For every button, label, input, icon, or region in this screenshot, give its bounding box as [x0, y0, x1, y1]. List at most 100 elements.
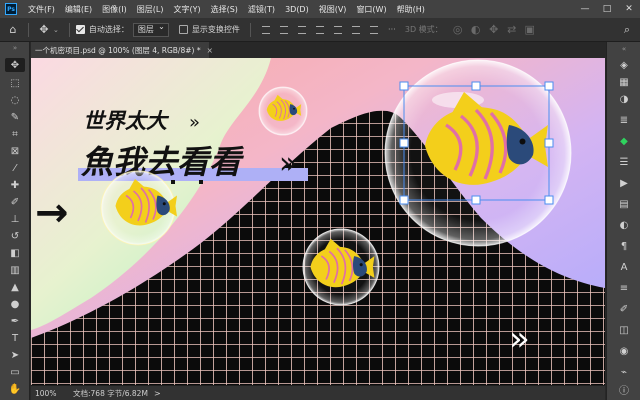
quick-select-tool-icon[interactable]: ✎ — [5, 110, 25, 124]
distribute-icon[interactable] — [367, 23, 381, 37]
expand-panels-icon[interactable]: « — [615, 45, 633, 53]
collapse-toolbar-icon[interactable]: » — [5, 44, 25, 52]
headline-small: 世界太大 — [83, 109, 170, 133]
close-window-button[interactable]: ✕ — [618, 0, 640, 18]
home-icon[interactable]: ⌂ — [4, 21, 22, 39]
divider — [68, 22, 70, 37]
menu-type[interactable]: 文字(Y) — [168, 4, 205, 15]
channels-panel-icon[interactable]: ◉ — [615, 344, 633, 358]
menu-window[interactable]: 窗口(W) — [351, 4, 391, 15]
libraries-panel-icon[interactable]: ▦ — [615, 75, 633, 89]
menu-select[interactable]: 选择(S) — [206, 4, 243, 15]
blur-tool-icon[interactable]: ▲ — [5, 280, 25, 294]
active-panel-icon[interactable]: ◆ — [615, 134, 633, 148]
transform-handle[interactable] — [544, 81, 554, 91]
show-transform-controls-checkbox[interactable] — [178, 25, 188, 34]
align-top-icon[interactable] — [313, 23, 327, 37]
menu-layer[interactable]: 图层(L) — [132, 4, 169, 15]
info-panel-icon[interactable]: ⓘ — [615, 382, 633, 397]
paths-panel-icon[interactable]: ⌁ — [615, 365, 633, 379]
actions-panel-icon[interactable]: ▶ — [615, 176, 633, 190]
menu-file[interactable]: 文件(F) — [23, 4, 60, 15]
document-info[interactable]: 文档:768 字节/6.82M — [67, 388, 148, 399]
maximize-button[interactable]: □ — [596, 0, 618, 18]
type-tool-icon[interactable]: T — [5, 331, 25, 345]
scale-3d-icon[interactable]: ▣ — [521, 21, 539, 39]
transform-handle[interactable] — [544, 138, 554, 148]
hand-tool-icon[interactable]: ✋ — [5, 382, 25, 396]
pen-tool-icon[interactable]: ✒ — [5, 314, 25, 328]
frame-tool-icon[interactable]: ⊠ — [5, 144, 25, 158]
menu-edit[interactable]: 编辑(E) — [60, 4, 97, 15]
path-selection-tool-icon[interactable]: ➤ — [5, 348, 25, 362]
slide-3d-icon[interactable]: ⇄ — [503, 21, 521, 39]
transform-handle[interactable] — [471, 81, 481, 91]
history-brush-tool-icon[interactable]: ↺ — [5, 229, 25, 243]
transform-handle[interactable] — [399, 195, 409, 205]
align-right-icon[interactable] — [295, 23, 309, 37]
clone-stamp-tool-icon[interactable]: ⊥ — [5, 212, 25, 226]
move-tool-icon[interactable]: ✥ — [5, 58, 25, 72]
auto-select-label: 自动选择： — [88, 25, 129, 34]
status-menu-chevron-icon[interactable]: > — [154, 389, 161, 398]
canvas-area[interactable]: 世界太大 » 魚我去看看 » → » — [31, 58, 605, 385]
align-middle-icon[interactable] — [331, 23, 345, 37]
color-panel-icon[interactable]: ◐ — [615, 218, 633, 232]
move-tool-preset-icon[interactable]: ✥ — [35, 21, 53, 39]
menu-image[interactable]: 图像(I) — [97, 4, 132, 15]
adjustments-panel-icon[interactable]: ◑ — [615, 92, 633, 106]
preset-dropdown-icon[interactable]: ⌄ — [53, 26, 59, 34]
eyedropper-tool-icon[interactable]: ⁄ — [5, 161, 25, 175]
transform-handle[interactable] — [544, 195, 554, 205]
glyphs-panel-icon[interactable]: ¶ — [615, 239, 633, 253]
align-left-icon[interactable] — [259, 23, 273, 37]
zoom-level[interactable]: 100% — [31, 389, 67, 398]
marquee-tool-icon[interactable]: ⬚ — [5, 76, 25, 90]
rectangle-tool-icon[interactable]: ▭ — [5, 365, 25, 379]
character-panel-icon[interactable]: A — [615, 260, 633, 274]
align-center-icon[interactable] — [277, 23, 291, 37]
transform-handle[interactable] — [471, 195, 481, 205]
workspace-search-icon[interactable]: ⌕ — [618, 21, 636, 39]
crop-tool-icon[interactable]: ⌗ — [5, 127, 25, 141]
learn-panel-icon[interactable]: ◈ — [615, 58, 633, 72]
swatches-panel-icon[interactable]: ▤ — [615, 197, 633, 211]
eraser-tool-icon[interactable]: ◧ — [5, 246, 25, 260]
gradient-tool-icon[interactable]: ▥ — [5, 263, 25, 277]
auto-select-target-dropdown[interactable]: 图层 — [132, 22, 169, 37]
properties-panel-icon[interactable]: ≣ — [615, 113, 633, 127]
orbit-3d-icon[interactable]: ◎ — [449, 21, 467, 39]
drag-3d-icon[interactable]: ✥ — [485, 21, 503, 39]
status-bar: 100% 文档:768 字节/6.82M > — [31, 385, 605, 400]
paragraph-panel-icon[interactable]: ≡ — [615, 281, 633, 295]
transform-handle[interactable] — [399, 81, 409, 91]
minimize-button[interactable]: — — [574, 0, 596, 18]
dodge-tool-icon[interactable]: ● — [5, 297, 25, 311]
bottom-chevrons: » — [509, 319, 530, 359]
roll-3d-icon[interactable]: ◐ — [467, 21, 485, 39]
transform-handle[interactable] — [399, 138, 409, 148]
menu-filter[interactable]: 滤镜(T) — [243, 4, 280, 15]
close-document-icon[interactable]: × — [207, 46, 213, 55]
headline-small-chevrons: » — [189, 112, 200, 133]
align-bottom-icon[interactable] — [349, 23, 363, 37]
headline-large: 魚我去看看 — [80, 143, 245, 181]
document-tab[interactable]: 一个机密项目.psd @ 100% (图层 4, RGB/8#) * × — [31, 42, 213, 58]
decor-dot — [199, 180, 203, 184]
divider — [249, 22, 251, 37]
menu-3d[interactable]: 3D(D) — [280, 5, 314, 14]
panel-dock: « ◈ ▦ ◑ ≣ ◆ ☰ ▶ ▤ ◐ ¶ A ≡ ✐ ◫ ◉ ⌁ ⓘ — [606, 42, 640, 400]
brush-tool-icon[interactable]: ✐ — [5, 195, 25, 209]
auto-select-checkbox[interactable] — [75, 25, 85, 34]
brushes-panel-icon[interactable]: ✐ — [615, 302, 633, 316]
more-options-icon[interactable]: ··· — [385, 23, 399, 37]
history-panel-icon[interactable]: ☰ — [615, 155, 633, 169]
artwork-canvas[interactable]: 世界太大 » 魚我去看看 » → » — [31, 58, 605, 385]
layers-panel-icon[interactable]: ◫ — [615, 323, 633, 337]
menu-help[interactable]: 帮助(H) — [392, 4, 430, 15]
healing-brush-tool-icon[interactable]: ✚ — [5, 178, 25, 192]
tools-panel: » ✥ ⬚ ◌ ✎ ⌗ ⊠ ⁄ ✚ ✐ ⊥ ↺ ◧ ▥ ▲ ● ✒ T ➤ ▭ … — [0, 42, 30, 400]
photoshop-logo-icon: Ps — [5, 3, 17, 15]
lasso-tool-icon[interactable]: ◌ — [5, 93, 25, 107]
menu-view[interactable]: 视图(V) — [314, 4, 352, 15]
